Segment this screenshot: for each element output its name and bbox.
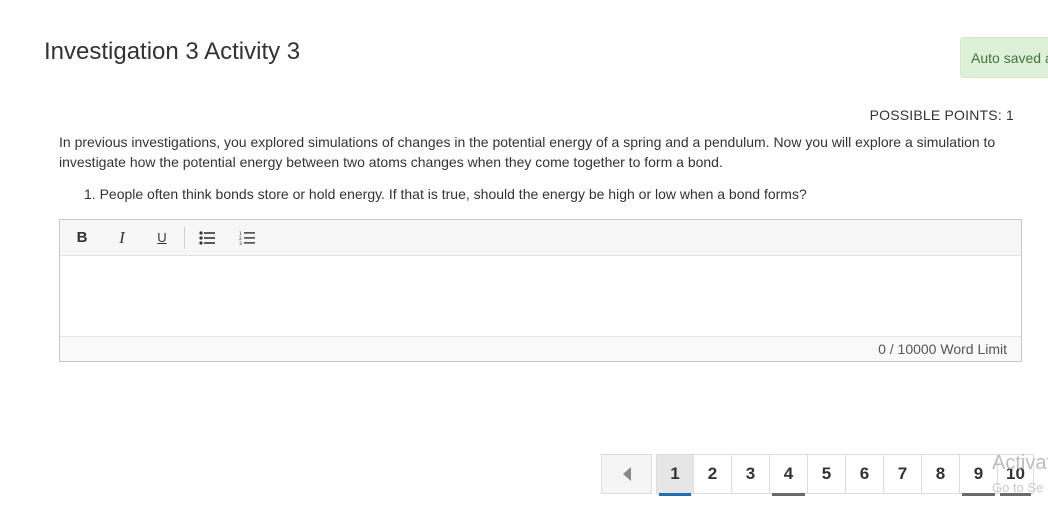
page-number: 2 [707, 464, 718, 483]
page-visited-indicator [1000, 493, 1031, 496]
answer-editor: B I U 1 2 3 0 / 10000 Word Limit [59, 219, 1022, 362]
page-button-4[interactable]: 4 [770, 454, 808, 496]
editor-toolbar: B I U 1 2 3 [60, 220, 1021, 256]
page-visited-indicator [962, 493, 995, 496]
page-button-2[interactable]: 2 [694, 454, 732, 494]
question-text: People often think bonds store or hold e… [99, 186, 807, 202]
word-count: 0 / 10000 Word Limit [60, 336, 1021, 361]
page-number: 6 [859, 464, 870, 483]
svg-text:3: 3 [239, 241, 242, 245]
page-title: Investigation 3 Activity 3 [44, 38, 301, 65]
pagination: 1 2 3 4 5 6 7 8 9 10 [601, 454, 1034, 496]
page-button-5[interactable]: 5 [808, 454, 846, 494]
previous-page-button[interactable] [601, 454, 652, 494]
page-number: 10 [1006, 464, 1025, 483]
page-number: 7 [897, 464, 908, 483]
page-number: 4 [783, 464, 794, 483]
page-button-6[interactable]: 6 [846, 454, 884, 494]
underline-button[interactable]: U [148, 225, 176, 251]
page-number: 1 [670, 464, 680, 483]
possible-points-label: POSSIBLE POINTS: 1 [869, 107, 1014, 123]
page-button-7[interactable]: 7 [884, 454, 922, 494]
italic-button[interactable]: I [108, 225, 136, 251]
page-number: 9 [973, 464, 984, 483]
page-number: 3 [745, 464, 756, 483]
page-button-8[interactable]: 8 [922, 454, 960, 494]
page-number: 5 [821, 464, 832, 483]
bold-button[interactable]: B [68, 225, 96, 251]
question-item: 1. People often think bonds store or hol… [84, 185, 1004, 203]
page-visited-indicator [772, 493, 805, 496]
toolbar-divider [184, 226, 185, 249]
numbered-list-icon[interactable]: 1 2 3 [233, 225, 261, 251]
page-button-1[interactable]: 1 [656, 454, 694, 496]
answer-text-area[interactable] [60, 256, 1021, 336]
page-button-10[interactable]: 10 [998, 454, 1034, 496]
autosave-notice: Auto saved a [960, 37, 1048, 78]
page-number: 8 [935, 464, 946, 483]
page-current-indicator [659, 493, 691, 496]
page-button-9[interactable]: 9 [960, 454, 998, 496]
intro-text: In previous investigations, you explored… [59, 134, 996, 170]
caret-left-icon [622, 467, 631, 481]
page-button-3[interactable]: 3 [732, 454, 770, 494]
bulleted-list-icon[interactable] [193, 225, 221, 251]
question-number: 1. [84, 186, 96, 202]
